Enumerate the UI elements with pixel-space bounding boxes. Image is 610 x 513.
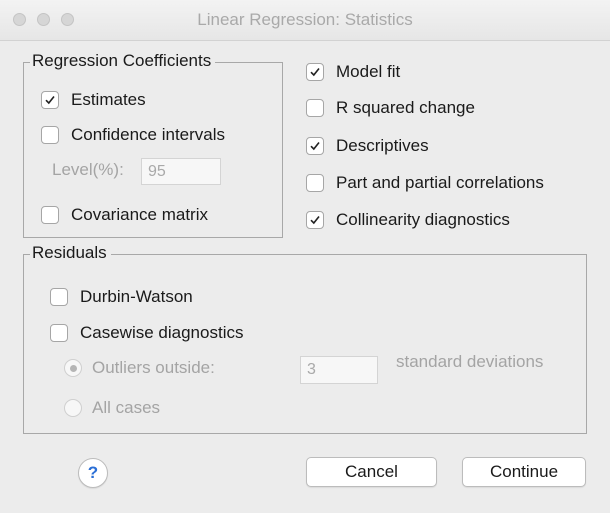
model-fit-label: Model fit (336, 62, 401, 81)
casewise-diagnostics-label: Casewise diagnostics (80, 323, 244, 342)
casewise-diagnostics-checkbox[interactable]: Casewise diagnostics (50, 323, 243, 343)
cancel-button[interactable]: Cancel (306, 457, 437, 487)
part-partial-correlations-checkbox[interactable]: Part and partial correlations (306, 173, 544, 193)
regression-coefficients-legend: Regression Coefficients (30, 51, 216, 71)
level-label: Level(%): (52, 160, 124, 180)
outliers-outside-radio[interactable]: Outliers outside: (64, 358, 215, 378)
descriptives-checkbox[interactable]: Descriptives (306, 136, 429, 156)
continue-button[interactable]: Continue (462, 457, 586, 487)
covariance-matrix-checkbox[interactable]: Covariance matrix (41, 205, 208, 225)
level-label-text: Level(%): (52, 160, 124, 179)
checkbox-box (50, 324, 68, 342)
residuals-legend: Residuals (30, 243, 111, 263)
estimates-label: Estimates (71, 90, 146, 109)
collinearity-diagnostics-checkbox[interactable]: Collinearity diagnostics (306, 210, 510, 230)
radio-selected-icon (64, 359, 82, 377)
checkbox-box (41, 126, 59, 144)
checkmark-icon (306, 137, 324, 155)
part-partial-correlations-label: Part and partial correlations (336, 173, 544, 192)
estimates-checkbox[interactable]: Estimates (41, 90, 146, 110)
window-title: Linear Regression: Statistics (197, 10, 413, 29)
collinearity-diagnostics-label: Collinearity diagnostics (336, 210, 510, 229)
checkbox-box (306, 174, 324, 192)
checkbox-box (306, 99, 324, 117)
radio-unselected-icon (64, 399, 82, 417)
model-fit-checkbox[interactable]: Model fit (306, 62, 400, 82)
confidence-intervals-checkbox[interactable]: Confidence intervals (41, 125, 225, 145)
outliers-value-input[interactable]: 3 (300, 356, 378, 384)
all-cases-radio[interactable]: All cases (64, 398, 160, 418)
standard-deviations-label: standard deviations (396, 352, 543, 372)
descriptives-label: Descriptives (336, 136, 429, 155)
checkmark-icon (306, 63, 324, 81)
outliers-outside-label: Outliers outside: (92, 358, 215, 377)
title-bar: Linear Regression: Statistics (0, 0, 610, 41)
level-input[interactable]: 95 (141, 158, 221, 185)
durbin-watson-label: Durbin-Watson (80, 287, 193, 306)
checkbox-box (50, 288, 68, 306)
help-button[interactable]: ? (78, 458, 108, 488)
r-squared-change-label: R squared change (336, 98, 475, 117)
r-squared-change-checkbox[interactable]: R squared change (306, 98, 475, 118)
standard-deviations-text: standard deviations (396, 352, 544, 371)
confidence-intervals-label: Confidence intervals (71, 125, 226, 144)
checkbox-box (41, 206, 59, 224)
covariance-matrix-label: Covariance matrix (71, 205, 208, 224)
durbin-watson-checkbox[interactable]: Durbin-Watson (50, 287, 193, 307)
all-cases-label: All cases (92, 398, 161, 417)
checkmark-icon (306, 211, 324, 229)
checkmark-icon (41, 91, 59, 109)
